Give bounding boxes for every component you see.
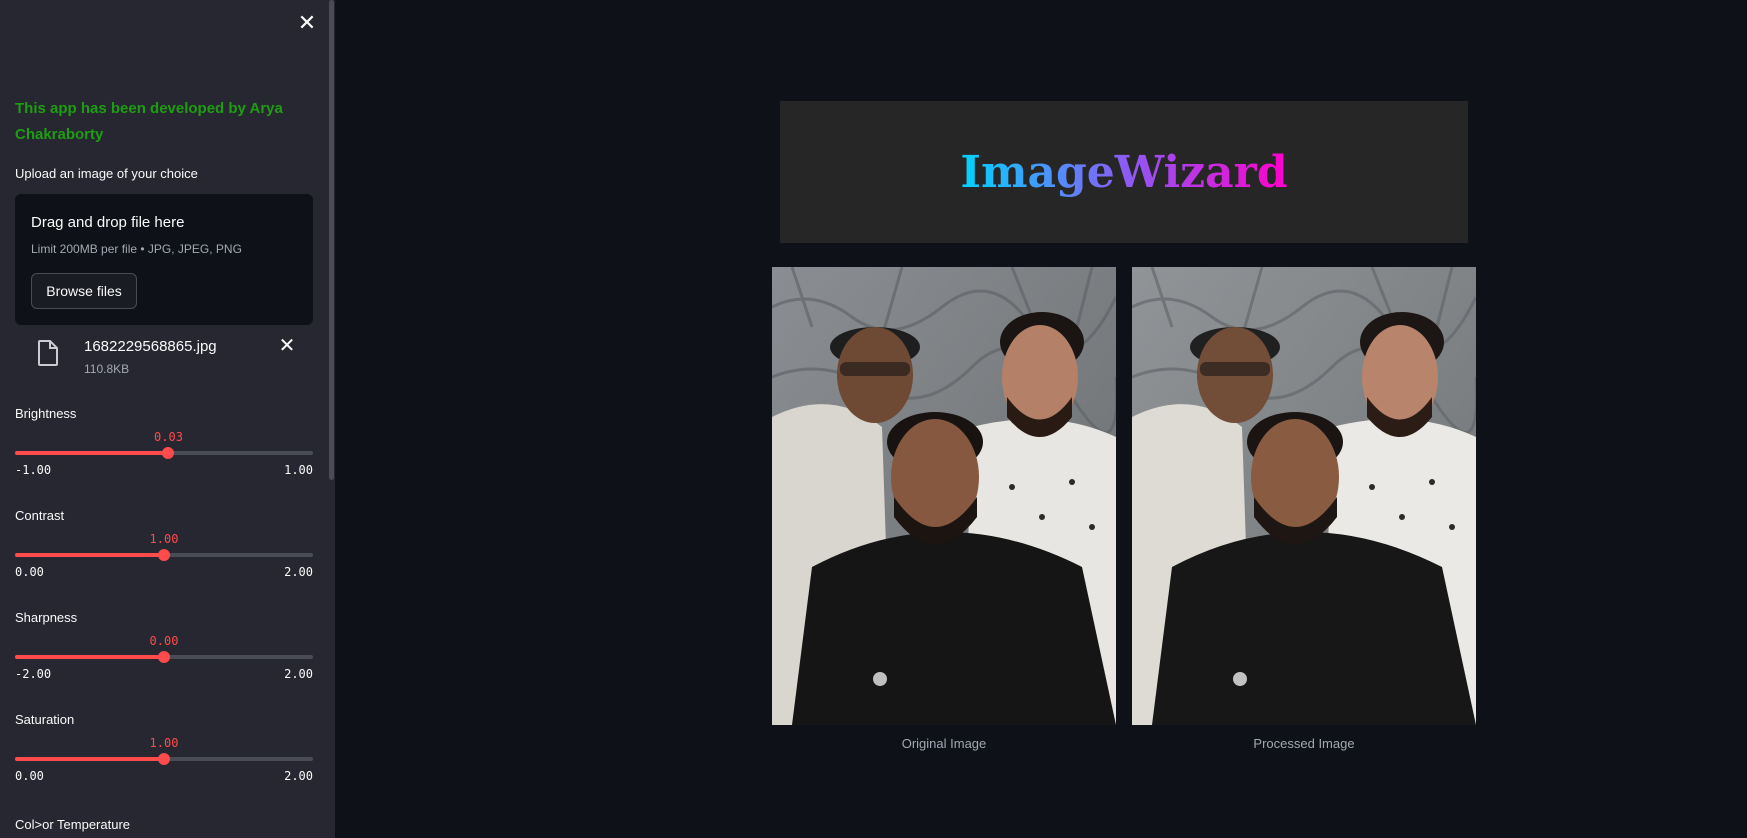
app-title-text: ImageWizard (960, 146, 1288, 198)
slider-thumb[interactable] (158, 651, 170, 663)
slider-value: 0.03 (154, 430, 183, 444)
sidebar: ✕ This app has been developed by Arya Ch… (0, 0, 335, 838)
brightness-slider: Brightness 0.03 -1.00 1.00 (15, 406, 313, 496)
slider-value: 1.00 (149, 532, 179, 546)
processed-image (1132, 267, 1476, 725)
slider-value: 0.00 (149, 634, 179, 648)
file-name: 1682229568865.jpg (84, 338, 217, 355)
slider-fill (15, 553, 164, 557)
close-icon[interactable]: ✕ (296, 12, 318, 34)
contrast-slider: Contrast 1.00 0.00 2.00 (15, 508, 313, 598)
slider-min: -1.00 (15, 463, 52, 477)
file-dropzone[interactable]: Drag and drop file here Limit 200MB per … (15, 194, 313, 325)
file-icon (38, 340, 58, 366)
uploaded-file: 1682229568865.jpg 110.8KB ✕ (15, 332, 313, 380)
slider-thumb[interactable] (158, 753, 170, 765)
browse-files-button[interactable]: Browse files (31, 273, 137, 309)
app-title: ImageWizard (780, 101, 1468, 243)
slider-fill (15, 451, 169, 455)
slider-fill (15, 655, 164, 659)
slider-max: 2.00 (284, 769, 313, 783)
slider-max: 2.00 (284, 667, 313, 681)
slider-track[interactable] (15, 447, 313, 459)
slider-min: -2.00 (15, 667, 52, 681)
slider-track[interactable] (15, 753, 313, 765)
upload-label: Upload an image of your choice (15, 166, 198, 181)
slider-label: Sharpness (15, 610, 78, 625)
slider-max: 2.00 (284, 565, 313, 579)
slider-label: Brightness (15, 406, 77, 421)
slider-thumb[interactable] (162, 447, 175, 459)
photo-illustration (1132, 267, 1476, 725)
remove-file-icon[interactable]: ✕ (277, 336, 297, 356)
slider-thumb[interactable] (158, 549, 170, 561)
dropzone-title: Drag and drop file here (31, 214, 185, 231)
slider-value: 1.00 (149, 736, 179, 750)
slider-label: Saturation (15, 712, 75, 727)
slider-label: Contrast (15, 508, 65, 523)
color-temperature-label: Col>or Temperature (15, 817, 131, 832)
sharpness-slider: Sharpness 0.00 -2.00 2.00 (15, 610, 313, 700)
sidebar-scrollbar[interactable] (329, 0, 334, 480)
slider-track[interactable] (15, 549, 313, 561)
photo-illustration (772, 267, 1116, 725)
dropzone-limit: Limit 200MB per file • JPG, JPEG, PNG (31, 242, 242, 256)
slider-min: 0.00 (15, 769, 44, 783)
saturation-slider: Saturation 1.00 0.00 2.00 (15, 712, 313, 802)
title-banner: ImageWizard (780, 101, 1468, 243)
file-size: 110.8KB (84, 362, 130, 376)
slider-fill (15, 757, 164, 761)
slider-track[interactable] (15, 651, 313, 663)
slider-min: 0.00 (15, 565, 44, 579)
processed-image-caption: Processed Image (1253, 736, 1355, 751)
developer-note: This app has been developed by Arya Chak… (15, 100, 283, 143)
original-image-caption: Original Image (901, 736, 987, 751)
original-image (772, 267, 1116, 725)
slider-max: 1.00 (284, 463, 313, 477)
